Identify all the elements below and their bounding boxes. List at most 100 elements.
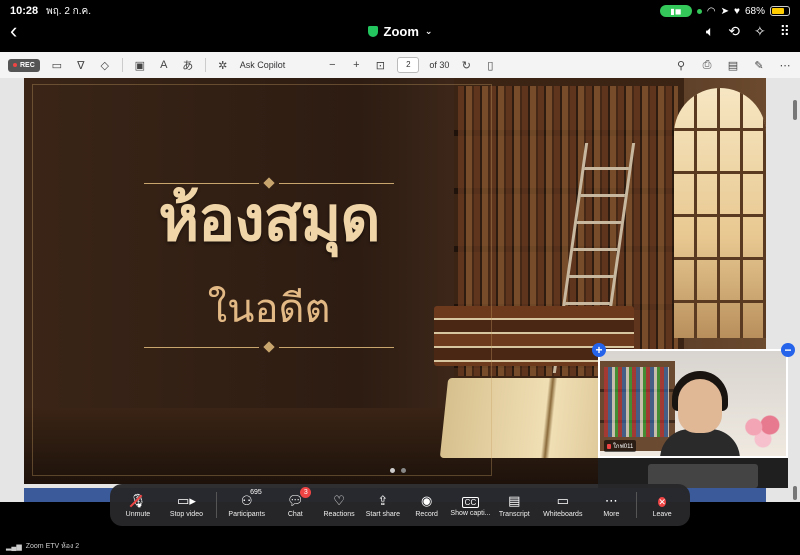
- signal-bars-icon: ▂▄▆: [6, 543, 22, 551]
- copilot-icon[interactable]: ✲: [216, 59, 230, 72]
- transcript-icon: ▤: [508, 492, 521, 508]
- record-button[interactable]: ◉ Record: [405, 484, 449, 526]
- heart-icon: ♥: [734, 5, 740, 17]
- show-captions-label: Show capti...: [450, 509, 491, 517]
- page-view-icon[interactable]: ▯: [483, 59, 497, 72]
- meeting-title-bar: ‹ Zoom ⌄ 🔈︎ ⟲ ✧ ⠿: [0, 18, 800, 44]
- toolbar-divider: [204, 58, 206, 72]
- page-total: of 30: [429, 60, 450, 70]
- participant-name-tag: ใกฟ011: [604, 440, 637, 452]
- toolbar-divider: [121, 58, 123, 72]
- unmute-label: Unmute: [125, 510, 151, 518]
- participants-count: 695: [250, 489, 262, 496]
- more-options-icon[interactable]: ⋯: [778, 59, 792, 72]
- background-flowers: [740, 411, 786, 451]
- leave-label: Leave: [652, 510, 672, 518]
- location-icon: ➤: [720, 5, 730, 17]
- toolbar-divider: [216, 492, 218, 518]
- meeting-footer: ▂▄▆ Zoom ETV ห้อง 2: [6, 541, 79, 552]
- page-number-input[interactable]: 2: [397, 57, 420, 73]
- share-screen-icon: ⇪: [377, 492, 389, 508]
- heart-outline-icon: ♡: [333, 492, 345, 508]
- slide-subheading: ในอดีต: [207, 286, 331, 332]
- whiteboards-label: Whiteboards: [543, 510, 583, 518]
- stop-video-button[interactable]: ▭▸ Stop video: [160, 484, 213, 526]
- reactions-button[interactable]: ♡ Reactions: [317, 484, 361, 526]
- search-icon[interactable]: ⚲: [674, 59, 688, 72]
- status-date: พฤ. 2 ก.ค.: [46, 5, 91, 17]
- whiteboards-button[interactable]: ▭ Whiteboards: [536, 484, 589, 526]
- participants-button[interactable]: ⚇ 695 Participants: [220, 484, 273, 526]
- ask-copilot-button[interactable]: Ask Copilot: [240, 60, 286, 70]
- toolbar-divider: [636, 492, 638, 518]
- transcript-label: Transcript: [498, 510, 530, 518]
- zoom-out-button[interactable]: −: [325, 59, 339, 71]
- zoom-meeting-screen: 10:28 พฤ. 2 ก.ค. ▮◼ ◠ ➤ ♥ 68% ‹ Zoom ⌄ 🔈…: [0, 0, 800, 555]
- pdf-scrollbar-lower[interactable]: [793, 486, 797, 500]
- battery-icon: [770, 6, 790, 16]
- start-share-button[interactable]: ⇪ Start share: [361, 484, 405, 526]
- closed-captions-icon: CC: [461, 496, 480, 508]
- meeting-title[interactable]: Zoom ⌄: [0, 24, 800, 39]
- whiteboard-icon: ▭: [556, 492, 569, 508]
- screen-page-indicator[interactable]: [390, 468, 406, 473]
- more-button[interactable]: ⋯ More: [589, 484, 633, 526]
- transcript-button[interactable]: ▤ Transcript: [492, 484, 536, 526]
- speaker-icon[interactable]: 🔈︎: [706, 23, 714, 40]
- read-aloud-icon[interactable]: A: [157, 59, 171, 71]
- save-icon[interactable]: ▤: [726, 59, 740, 72]
- show-captions-button[interactable]: CC Show capti...: [449, 484, 493, 526]
- rotate-icon[interactable]: ↻: [459, 59, 473, 72]
- zoom-in-button[interactable]: +: [349, 59, 363, 71]
- meeting-controls-toolbar: 🎙︎ Unmute ▭▸ Stop video ⚇ 695 Participan…: [110, 484, 690, 526]
- camera-in-use-dot: [696, 8, 702, 14]
- participant-face: [678, 379, 722, 433]
- switch-camera-icon[interactable]: ⟲: [728, 23, 740, 40]
- highlight-icon[interactable]: ∇: [74, 59, 88, 72]
- microphone-muted-icon: 🎙︎: [129, 492, 147, 508]
- participant-body: [660, 429, 740, 456]
- background-books: [604, 367, 669, 437]
- print-icon[interactable]: ⎙: [700, 59, 714, 72]
- leave-button[interactable]: ✕ Leave: [640, 484, 684, 526]
- status-right: ▮◼ ◠ ➤ ♥ 68%: [659, 5, 790, 17]
- slide-heading: ห้องสมุด: [158, 182, 380, 255]
- apps-grid-icon[interactable]: ⠿: [780, 23, 790, 40]
- expand-tile-plus-icon[interactable]: +: [592, 343, 606, 357]
- chat-button[interactable]: 💬︎ 3 Chat: [273, 484, 317, 526]
- secure-shield-icon: [367, 25, 378, 37]
- page-dot-active: [390, 468, 395, 473]
- recording-badge: REC: [8, 58, 40, 72]
- battery-percent: 68%: [744, 5, 765, 17]
- bottom-ornament: [144, 341, 394, 353]
- fit-page-icon[interactable]: ⊡: [373, 59, 387, 72]
- wifi-icon: ◠: [706, 5, 716, 17]
- pdf-scrollbar-thumb[interactable]: [793, 100, 797, 120]
- page-dot: [401, 468, 406, 473]
- eraser-icon[interactable]: ◇: [98, 59, 112, 72]
- meeting-name: Zoom ETV ห้อง 2: [25, 543, 80, 550]
- more-dots-icon: ⋯: [604, 492, 618, 508]
- minimize-tile-minus-icon[interactable]: −: [781, 343, 795, 357]
- participant-name: ใกฟ011: [613, 444, 634, 450]
- rec-label: REC: [20, 61, 35, 69]
- arched-window-illustration: [674, 88, 766, 338]
- reactions-label: Reactions: [323, 510, 355, 518]
- unmute-button[interactable]: 🎙︎ Unmute: [116, 484, 160, 526]
- text-box-icon[interactable]: ▣: [133, 59, 147, 72]
- participants-label: Participants: [228, 510, 265, 518]
- leave-icon: ✕: [658, 496, 666, 507]
- ai-sparkle-icon[interactable]: ✧: [754, 23, 766, 40]
- translate-icon[interactable]: あ: [181, 57, 195, 73]
- more-label: More: [603, 510, 620, 518]
- call-active-indicator: ▮◼: [659, 5, 692, 17]
- participant-video-tile[interactable]: ใกฟ011: [598, 349, 788, 458]
- chevron-down-icon: ⌄: [424, 25, 433, 36]
- stop-video-label: Stop video: [169, 510, 203, 518]
- edit-pdf-icon[interactable]: ✎: [752, 59, 766, 72]
- chat-label: Chat: [287, 510, 303, 518]
- comment-icon[interactable]: ▭: [50, 59, 64, 72]
- record-icon: ◉: [420, 492, 433, 508]
- chat-unread-badge: 3: [300, 487, 312, 498]
- back-chevron-icon[interactable]: ‹: [10, 20, 30, 42]
